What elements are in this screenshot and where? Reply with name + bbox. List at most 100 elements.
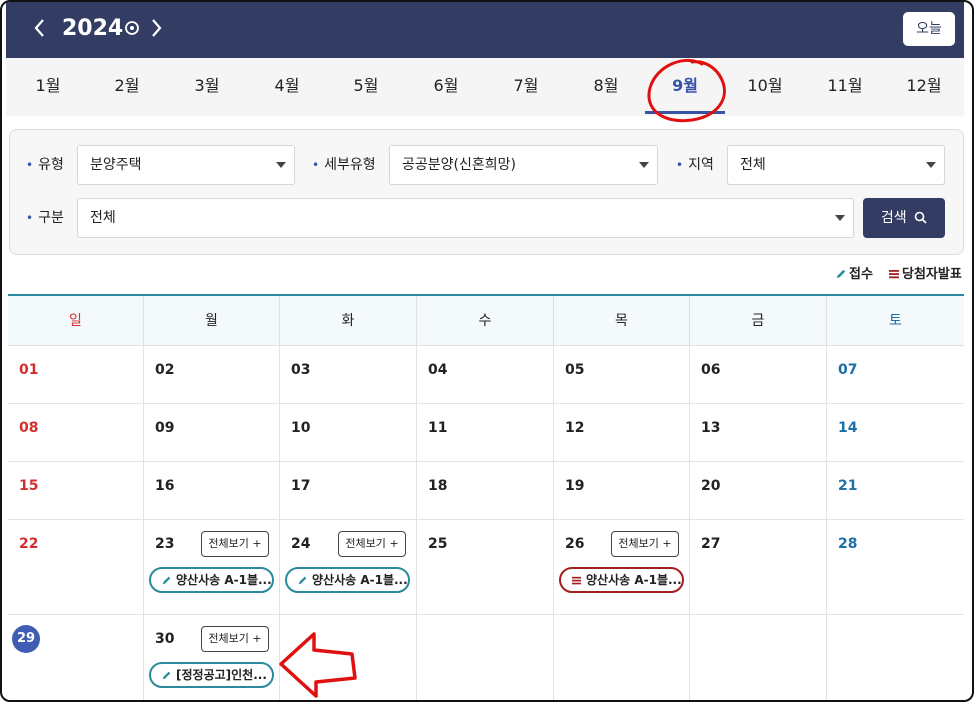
day-cell[interactable]: [417, 615, 554, 700]
day-cell[interactable]: [280, 615, 417, 700]
tab-month-11[interactable]: 11월: [805, 58, 885, 114]
day-cell[interactable]: 08: [8, 404, 144, 462]
day-cell[interactable]: 16: [144, 462, 280, 520]
caret-down-icon: [926, 162, 936, 168]
tab-month-7[interactable]: 7월: [486, 58, 566, 114]
view-all-button[interactable]: 전체보기 +: [338, 531, 406, 557]
day-number: 19: [565, 478, 585, 494]
day-cell[interactable]: 06: [690, 346, 827, 404]
day-cell[interactable]: 29: [8, 615, 144, 700]
day-cell[interactable]: 23 전체보기 + 양산사송 A-1블...: [144, 520, 280, 615]
view-all-button[interactable]: 전체보기 +: [201, 626, 269, 652]
tab-month-10[interactable]: 10월: [725, 58, 805, 114]
type-select[interactable]: 분양주택: [77, 145, 295, 185]
day-number: 04: [428, 362, 448, 378]
day-number: 26: [565, 536, 585, 552]
day-number: 21: [838, 478, 858, 494]
day-number: 17: [291, 478, 311, 494]
day-cell[interactable]: 01: [8, 346, 144, 404]
day-number: 12: [565, 420, 585, 436]
event-winner[interactable]: 양산사송 A-1블...: [559, 567, 684, 593]
tab-month-2[interactable]: 2월: [87, 58, 167, 114]
tab-month-6[interactable]: 6월: [406, 58, 486, 114]
event-receipt[interactable]: [정정공고]인천...: [149, 662, 274, 688]
day-number: 16: [155, 478, 175, 494]
day-number: 01: [19, 362, 39, 378]
day-cell[interactable]: 27: [690, 520, 827, 615]
weekday-tue: 화: [280, 296, 417, 346]
day-cell[interactable]: 04: [417, 346, 554, 404]
tab-month-5[interactable]: 5월: [326, 58, 406, 114]
day-cell[interactable]: 14: [827, 404, 964, 462]
day-number: 06: [701, 362, 721, 378]
weekday-wed: 수: [417, 296, 554, 346]
day-cell[interactable]: [554, 615, 690, 700]
event-receipt[interactable]: 양산사송 A-1블...: [285, 567, 410, 593]
weekday-sat: 토: [827, 296, 964, 346]
day-cell[interactable]: 07: [827, 346, 964, 404]
month-tabs: 1월 2월 3월 4월 5월 6월 7월 8월 9월 10월 11월 12월: [6, 58, 964, 116]
day-number: 20: [701, 478, 721, 494]
day-cell[interactable]: 21: [827, 462, 964, 520]
day-cell[interactable]: 24 전체보기 + 양산사송 A-1블...: [280, 520, 417, 615]
day-cell[interactable]: 26 전체보기 + 양산사송 A-1블...: [554, 520, 690, 615]
day-cell[interactable]: 15: [8, 462, 144, 520]
next-year-button[interactable]: [144, 14, 168, 42]
prev-year-button[interactable]: [28, 14, 52, 42]
year-picker-icon[interactable]: [124, 20, 140, 36]
chevron-left-icon: [34, 19, 44, 37]
day-cell[interactable]: 11: [417, 404, 554, 462]
view-all-button[interactable]: 전체보기 +: [611, 531, 679, 557]
day-cell[interactable]: 09: [144, 404, 280, 462]
legend-winner: 당첨자발표: [888, 266, 962, 284]
tab-month-3[interactable]: 3월: [167, 58, 247, 114]
day-cell[interactable]: 28: [827, 520, 964, 615]
day-number: 02: [155, 362, 175, 378]
day-cell[interactable]: 10: [280, 404, 417, 462]
tab-month-4[interactable]: 4월: [247, 58, 327, 114]
day-cell[interactable]: 25: [417, 520, 554, 615]
day-cell[interactable]: 05: [554, 346, 690, 404]
day-number: 22: [19, 536, 39, 552]
event-receipt[interactable]: 양산사송 A-1블...: [149, 567, 274, 593]
region-select[interactable]: 전체: [727, 145, 945, 185]
day-cell[interactable]: 03: [280, 346, 417, 404]
subtype-select-value: 공공분양(신혼희망): [402, 157, 516, 173]
tab-month-9[interactable]: 9월: [645, 58, 725, 114]
day-cell[interactable]: 17: [280, 462, 417, 520]
search-button-label: 검색: [880, 210, 907, 226]
day-cell[interactable]: 13: [690, 404, 827, 462]
day-number: 25: [428, 536, 448, 552]
day-cell[interactable]: [827, 615, 964, 700]
day-cell[interactable]: [690, 615, 827, 700]
subtype-select[interactable]: 공공분양(신혼희망): [389, 145, 658, 185]
tab-month-1[interactable]: 1월: [8, 58, 88, 114]
day-number: 09: [155, 420, 175, 436]
pencil-icon: [298, 576, 307, 585]
search-icon: [914, 211, 927, 224]
pencil-icon: [162, 671, 171, 680]
day-cell[interactable]: 02: [144, 346, 280, 404]
region-label: • 지역: [676, 157, 714, 173]
today-button[interactable]: 오늘: [903, 12, 955, 46]
subtype-label: • 세부유형: [312, 157, 376, 173]
tab-month-12[interactable]: 12월: [884, 58, 964, 114]
search-button[interactable]: 검색: [863, 198, 945, 238]
tab-month-8[interactable]: 8월: [566, 58, 646, 114]
day-cell[interactable]: 12: [554, 404, 690, 462]
day-number: 30: [155, 631, 175, 647]
category-select[interactable]: 전체: [77, 198, 854, 238]
day-cell[interactable]: 19: [554, 462, 690, 520]
weekday-mon: 월: [144, 296, 280, 346]
calendar-window: 2024 오늘 1월 2월 3월 4월 5월 6월 7월 8월 9월 10월 1…: [0, 0, 974, 702]
day-cell[interactable]: 30 전체보기 + [정정공고]인천...: [144, 615, 280, 700]
day-cell[interactable]: 18: [417, 462, 554, 520]
day-cell[interactable]: 22: [8, 520, 144, 615]
year-header: 2024 오늘: [6, 2, 964, 58]
list-icon: [571, 576, 582, 585]
day-cell[interactable]: 20: [690, 462, 827, 520]
view-all-button[interactable]: 전체보기 +: [201, 531, 269, 557]
pencil-icon: [162, 576, 171, 585]
weekday-thu: 목: [554, 296, 690, 346]
filter-panel: • 유형 분양주택 • 세부유형 공공분양(신혼희망) • 지역 전체 • 구분 전체 …: [9, 129, 964, 255]
